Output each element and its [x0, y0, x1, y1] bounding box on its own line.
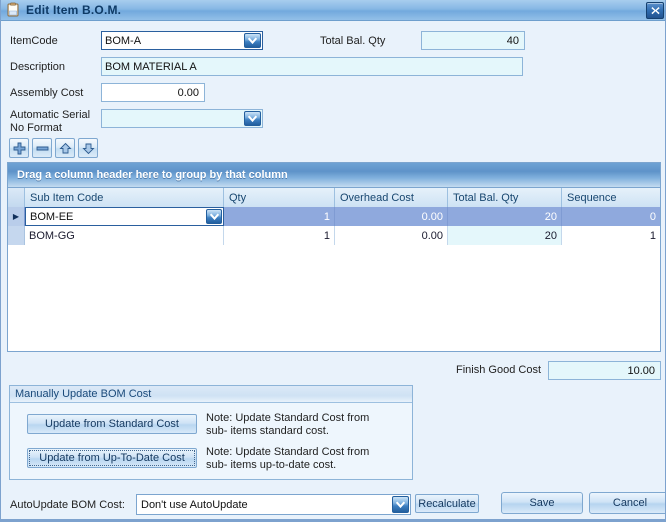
- arrow-down-icon: [81, 143, 95, 154]
- cell-total-bal-qty: 20: [448, 226, 562, 245]
- description-input[interactable]: BOM MATERIAL A: [101, 57, 523, 76]
- plus-icon: [13, 142, 25, 154]
- group-box-header: Manually Update BOM Cost: [10, 386, 412, 403]
- assembly-cost-input[interactable]: 0.00: [101, 83, 205, 102]
- edit-item-bom-dialog: Edit Item B.O.M. ItemCode BOM-A Total Ba…: [0, 0, 666, 522]
- cell-chevron-down-icon[interactable]: [206, 209, 222, 224]
- finish-good-cost-value: 10.00: [627, 364, 655, 377]
- column-header-qty[interactable]: Qty: [224, 188, 335, 207]
- itemcode-chevron-down-icon[interactable]: [244, 33, 261, 48]
- serial-format-label-line2: No Format: [10, 122, 62, 134]
- header-form: ItemCode BOM-A Total Bal. Qty Total Bal.…: [1, 21, 665, 135]
- row-indicator-cell: [8, 226, 25, 245]
- cell-total-bal-qty: 20: [448, 207, 562, 226]
- itemcode-label: ItemCode: [10, 35, 58, 47]
- record-navigator-toolbar: [9, 138, 98, 158]
- close-icon[interactable]: [646, 2, 664, 19]
- cancel-button[interactable]: Cancel: [589, 492, 665, 514]
- description-value: BOM MATERIAL A: [105, 60, 197, 73]
- serial-format-label-line1: Automatic Serial: [10, 109, 91, 121]
- footer-divider: [1, 519, 665, 521]
- column-header-sub-item-code[interactable]: Sub Item Code: [25, 188, 224, 207]
- row-indicator-header: [8, 188, 25, 207]
- arrow-up-icon: [58, 142, 72, 153]
- manually-update-bom-cost-group: Manually Update BOM Cost Update from Sta…: [9, 385, 413, 480]
- column-header-total-bal-qty[interactable]: Total Bal. Qty: [448, 188, 562, 207]
- column-header-overhead-cost[interactable]: Overhead Cost: [335, 188, 448, 207]
- cell-qty[interactable]: 1: [224, 226, 335, 245]
- finish-good-cost-field: 10.00: [548, 361, 661, 380]
- table-row[interactable]: BOM-GG 1 0.00 20 1: [8, 226, 660, 245]
- standard-cost-note-line2: items standard cost.: [230, 425, 329, 437]
- cancel-label: Cancel: [612, 497, 648, 509]
- row-indicator-triangle-icon: ▶: [12, 211, 20, 221]
- update-from-standard-cost-button[interactable]: Update from Standard Cost: [27, 414, 197, 434]
- finish-good-cost-label: Finish Good Cost: [456, 364, 541, 376]
- grid-column-header-row: Sub Item Code Qty Overhead Cost Total Ba…: [8, 188, 660, 207]
- assembly-cost-value: 0.00: [177, 86, 199, 99]
- group-by-panel[interactable]: Drag a column header here to group by th…: [8, 163, 660, 188]
- title-bar: Edit Item B.O.M.: [1, 0, 665, 21]
- add-record-button[interactable]: [9, 138, 29, 158]
- group-by-panel-text: Drag a column header here to group by th…: [17, 169, 288, 181]
- clipboard-icon: [5, 2, 21, 18]
- up-to-date-cost-note-line2: items up-to-date cost.: [230, 459, 337, 471]
- cell-sequence[interactable]: 0: [562, 207, 660, 226]
- recalculate-label: Recalculate: [418, 497, 476, 510]
- total-bal-qty-field: 40: [421, 31, 525, 50]
- window-title: Edit Item B.O.M.: [26, 3, 122, 17]
- autoupdate-bom-cost-label: AutoUpdate BOM Cost:: [10, 499, 125, 511]
- group-box-title: Manually Update BOM Cost: [15, 388, 152, 400]
- cell-sequence[interactable]: 1: [562, 226, 660, 245]
- cell-sub-item-code[interactable]: BOM-GG: [25, 226, 224, 245]
- description-label: Description: [10, 61, 66, 73]
- update-from-standard-cost-label: Update from Standard Cost: [45, 418, 179, 430]
- standard-cost-note: Note: Update Standard Cost from sub- ite…: [206, 412, 386, 438]
- assembly-cost-label: Assembly Cost: [10, 87, 84, 99]
- serial-format-input[interactable]: [101, 109, 263, 128]
- row-indicator-cell: ▶: [8, 207, 25, 226]
- cell-sub-item-code[interactable]: BOM-EE: [25, 207, 224, 226]
- cell-overhead-cost[interactable]: 0.00: [335, 207, 448, 226]
- total-bal-qty-header-label: Total Bal. Qty: [320, 35, 386, 47]
- recalculate-button[interactable]: Recalculate: [415, 494, 479, 513]
- column-header-sequence[interactable]: Sequence: [562, 188, 660, 207]
- autoupdate-bom-cost-value: Don't use AutoUpdate: [141, 498, 248, 511]
- save-label: Save: [529, 497, 555, 509]
- cell-sub-item-code-value: BOM-EE: [30, 210, 74, 223]
- table-row[interactable]: ▶ BOM-EE 1 0.00 20 0: [8, 207, 660, 226]
- serial-format-label: Automatic Serial No Format: [10, 109, 102, 135]
- cell-overhead-cost[interactable]: 0.00: [335, 226, 448, 245]
- move-up-button[interactable]: [55, 138, 75, 158]
- update-from-up-to-date-cost-label: Update from Up-To-Date Cost: [39, 452, 185, 464]
- minus-icon: [36, 146, 48, 150]
- up-to-date-cost-note: Note: Update Standard Cost from sub- ite…: [206, 446, 386, 472]
- delete-record-button[interactable]: [32, 138, 52, 158]
- autoupdate-chevron-down-icon[interactable]: [392, 496, 409, 513]
- autoupdate-bom-cost-select[interactable]: Don't use AutoUpdate: [136, 494, 411, 515]
- update-from-up-to-date-cost-button[interactable]: Update from Up-To-Date Cost: [27, 448, 197, 468]
- serial-format-chevron-down-icon[interactable]: [244, 111, 261, 126]
- itemcode-value: BOM-A: [105, 34, 142, 47]
- move-down-button[interactable]: [78, 138, 98, 158]
- cell-qty[interactable]: 1: [224, 207, 335, 226]
- sub-items-grid: Drag a column header here to group by th…: [7, 162, 661, 352]
- save-button[interactable]: Save: [501, 492, 583, 514]
- total-bal-qty-value: 40: [506, 34, 519, 47]
- itemcode-input[interactable]: BOM-A: [101, 31, 263, 50]
- close-glyph: [650, 7, 660, 15]
